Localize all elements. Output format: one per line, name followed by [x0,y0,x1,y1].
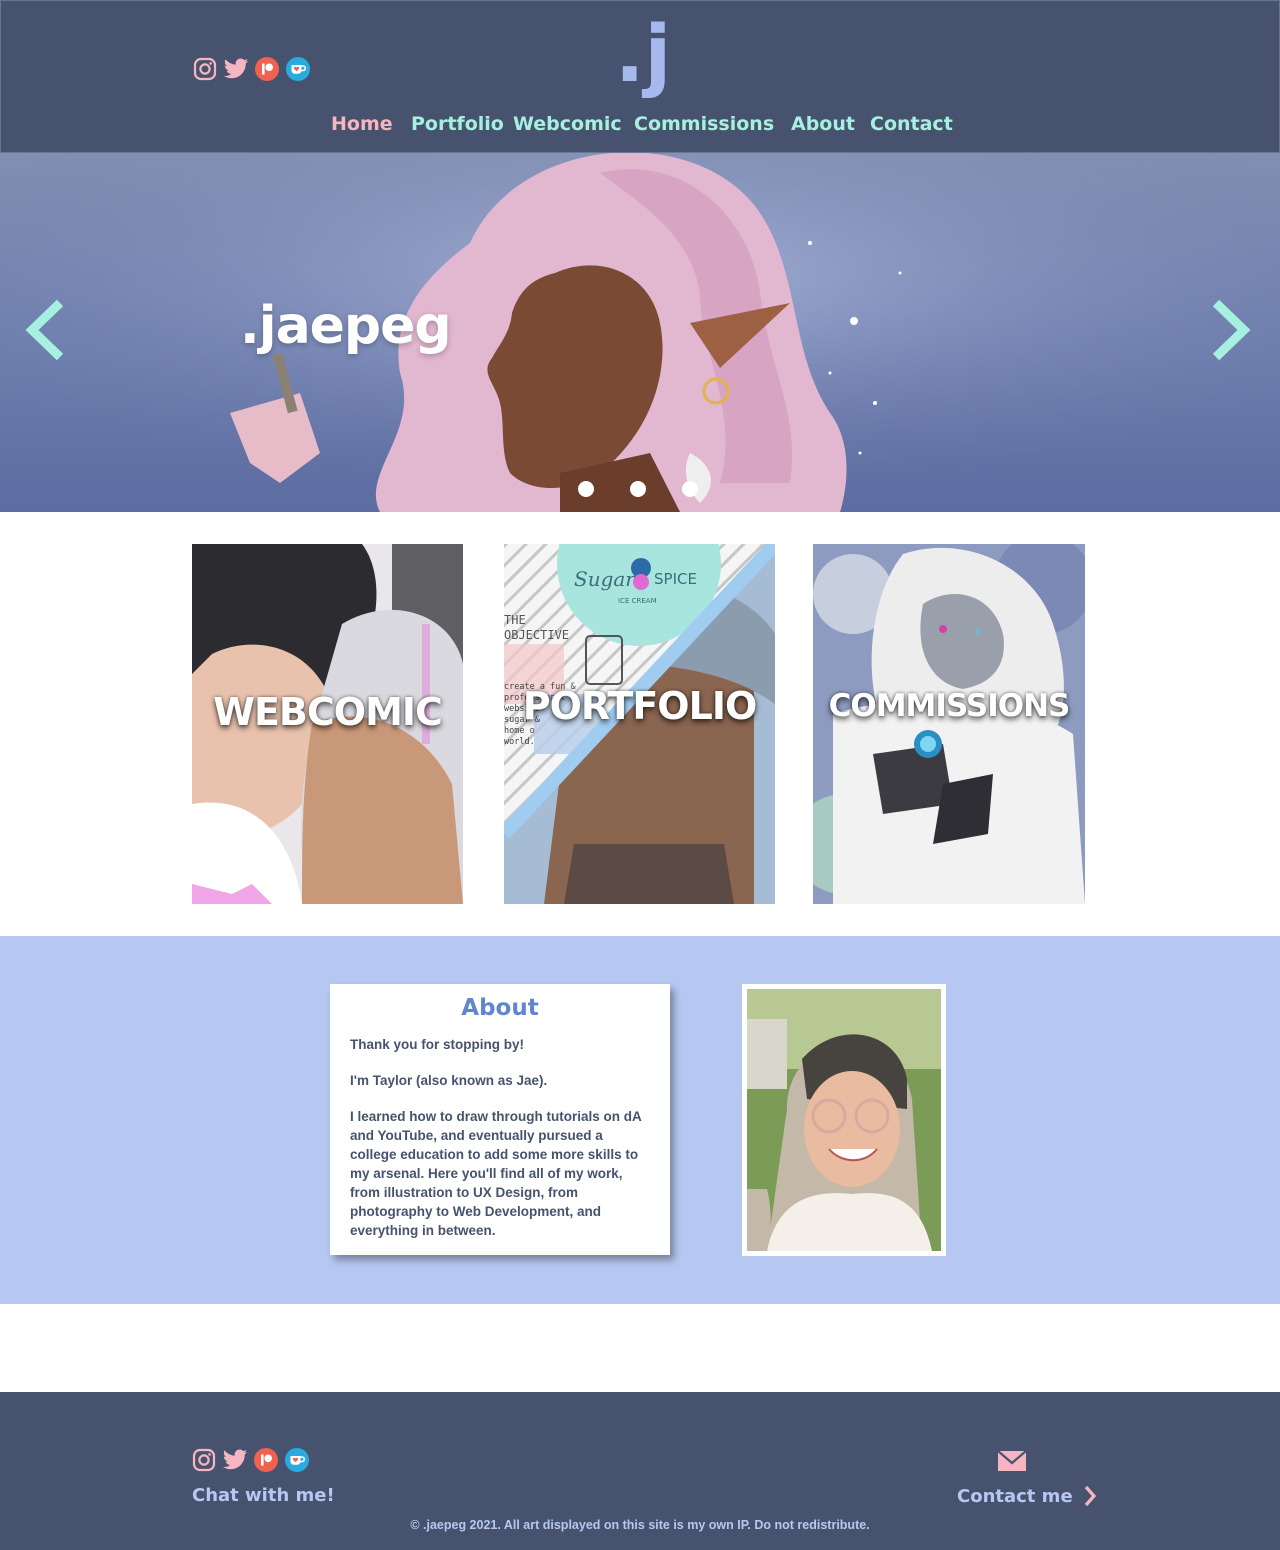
objective-heading: THE [504,613,526,627]
nav-home[interactable]: Home [331,113,393,135]
nav-contact[interactable]: Contact [870,113,953,135]
carousel-next-button[interactable] [1210,299,1254,361]
instagram-icon[interactable] [191,1447,217,1473]
site-footer: Chat with me! Contact me © .jaepeg 2021.… [0,1392,1280,1550]
carousel-dot[interactable] [630,481,646,497]
svg-text:world.: world. [504,737,535,747]
tile-label-commissions: COMMISSIONS [828,688,1071,724]
chevron-right-icon [1212,299,1251,361]
site-logo[interactable]: .j [613,9,673,101]
about-paragraph: I learned how to draw through tutorials … [350,1109,642,1238]
carousel-indicators [578,481,698,497]
about-paragraph: I'm Taylor (also known as Jae). [350,1073,548,1088]
about-heading: About [461,995,539,1021]
patreon-icon[interactable] [253,1447,279,1473]
nav-commissions[interactable]: Commissions [634,113,774,135]
commissions-artwork [813,544,1085,904]
nav-about[interactable]: About [791,113,855,135]
tile-webcomic[interactable]: WEBCOMIC [192,544,463,904]
tile-label-portfolio: PORTFOLIO [522,684,758,728]
instagram-icon[interactable] [192,56,218,82]
contact-me-link[interactable]: Contact me [957,1485,1097,1507]
profile-photo-image [747,989,941,1251]
hero-illustration [0,153,1280,512]
profile-photo [742,984,946,1256]
main-nav: Home Portfolio Webcomic Commissions Abou… [1,113,1280,143]
copyright-text: © .jaepeg 2021. All art displayed on thi… [410,1518,870,1532]
hero-title: .jaepeg [240,296,452,356]
sign-title-text: Sugar [574,567,636,591]
sign-title2-text: SPICE [654,570,697,588]
mail-icon[interactable] [997,1449,1027,1473]
about-section: About Thank you for stopping by! I'm Tay… [0,936,1280,1304]
about-paragraph: Thank you for stopping by! [350,1037,524,1052]
header-social-links [192,56,311,82]
tile-commissions[interactable]: COMMISSIONS [813,544,1085,904]
nav-portfolio[interactable]: Portfolio [411,113,504,135]
patreon-icon[interactable] [254,56,280,82]
svg-text:OBJECTIVE: OBJECTIVE [504,628,569,642]
carousel-dot[interactable] [682,481,698,497]
chat-link[interactable]: Chat with me! [192,1485,335,1506]
kofi-icon[interactable] [284,1447,310,1473]
carousel-dot[interactable] [578,481,594,497]
contact-label: Contact me [957,1485,1073,1507]
twitter-icon[interactable] [222,1447,248,1473]
chevron-left-icon [25,299,64,361]
nav-webcomic[interactable]: Webcomic [513,113,622,135]
sign-sub-text: ICE CREAM [618,597,657,605]
footer-social-links [191,1447,310,1473]
chevron-right-icon [1084,1485,1096,1507]
twitter-icon[interactable] [223,56,249,82]
about-card: About Thank you for stopping by! I'm Tay… [330,984,670,1255]
tile-label-webcomic: WEBCOMIC [213,690,443,734]
site-header: .j Home Portfolio Webcomic Commissions A… [0,0,1280,153]
carousel-prev-button[interactable] [22,299,66,361]
kofi-icon[interactable] [285,56,311,82]
about-text: Thank you for stopping by! I'm Taylor (a… [350,1035,650,1240]
tile-portfolio[interactable]: Sugar SPICE ICE CREAM THE OBJECTIVE crea… [504,544,775,904]
hero-carousel: .jaepeg [0,153,1280,512]
